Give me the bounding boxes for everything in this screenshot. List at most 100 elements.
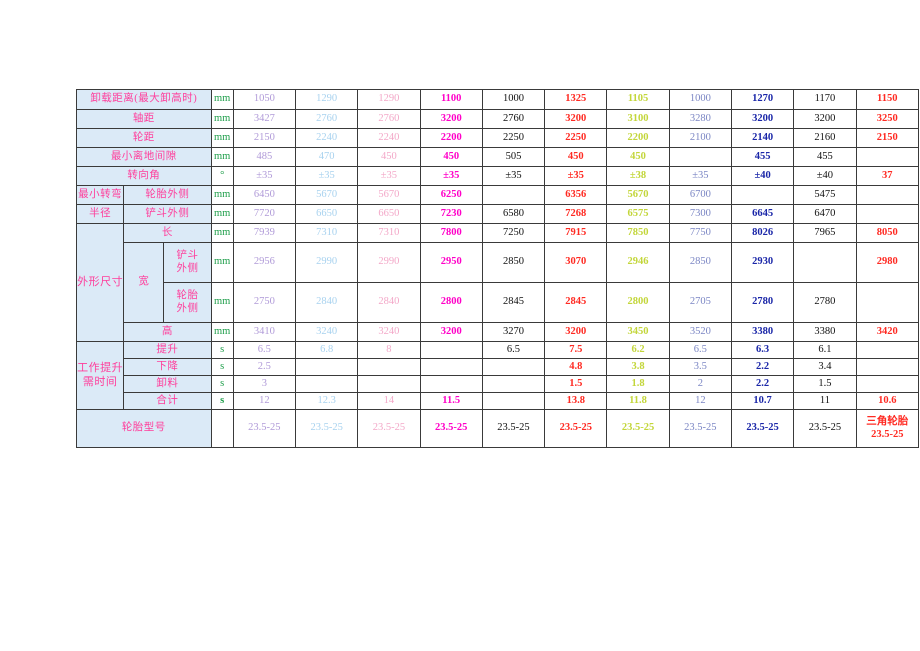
cell-value: 4.8: [544, 358, 608, 376]
cell-value: [481, 358, 546, 376]
row-label-dump: 卸料: [123, 375, 212, 393]
cell-value: [855, 185, 920, 205]
cell-value: 23.5-25: [419, 409, 483, 448]
cell-value: 2240: [294, 128, 359, 148]
cell-value: 11.8: [606, 392, 670, 410]
cell-value: 2250: [544, 128, 608, 148]
cell-value: [855, 204, 920, 224]
cell-value: 2150: [232, 128, 297, 148]
cell-value: 6645: [730, 204, 795, 224]
row-label-min-ground-clearance: 最小离地间隙: [76, 147, 212, 167]
cell-value: 7850: [606, 223, 670, 243]
label-line-1: 铲斗: [176, 250, 199, 262]
table-row: 外形尺寸 长 mm 7939 7310 7310 7800 7250 7915 …: [75, 223, 920, 342]
cell-value: 470: [294, 147, 359, 167]
spreadsheet-canvas: 卸载距离(最大卸高时) mm 1050 1290 1290 1100 1000 …: [0, 0, 920, 651]
cell-value: 3450: [606, 322, 670, 342]
row-label-unload-distance: 卸载距离(最大卸高时): [76, 89, 212, 110]
table-row: 半径 铲斗外侧 mm 7720 6650 6650 7230 6580 7268…: [75, 204, 920, 224]
cell-value: 2240: [357, 128, 421, 148]
row-label-work-lift-time: 工作提升 需时间: [75, 341, 125, 410]
cell-value: 455: [730, 147, 795, 167]
cell-value: 3: [232, 375, 297, 393]
row-label-track: 轮距: [76, 128, 212, 148]
cell-value: 6650: [294, 204, 359, 224]
row-label-width-bucket-outside: 铲斗 外侧: [163, 242, 212, 283]
value-line-2: 23.5-25: [871, 428, 904, 440]
unit-cell: s: [210, 358, 234, 376]
label-line-1: 轮胎: [176, 290, 199, 302]
cell-value: [668, 147, 732, 167]
cell-value: 7750: [668, 223, 732, 243]
cell-value: 455: [793, 147, 857, 167]
cell-value: 7915: [544, 223, 608, 243]
label-line-2: 需时间: [82, 375, 118, 388]
cell-value: ±35: [481, 166, 546, 186]
cell-value: 12: [232, 392, 297, 410]
cell-value: [419, 358, 483, 376]
cell-value: 3200: [793, 109, 857, 129]
cell-value: [294, 375, 359, 393]
cell-value: 3200: [419, 109, 483, 129]
row-label-min-turn-radius-line1: 最小转弯: [75, 185, 125, 205]
cell-value: 3427: [232, 109, 297, 129]
unit-cell: mm: [210, 242, 234, 283]
cell-value: 2845: [481, 282, 546, 323]
table-row: 下降 s 2.5 4.8 3.8 3.5 2.2 3.4: [77, 358, 920, 376]
cell-value: 7268: [544, 204, 608, 224]
cell-value: 2800: [606, 282, 670, 323]
cell-value: 1105: [606, 89, 670, 110]
cell-value: 6.5: [481, 341, 546, 359]
table-row: 最小离地间隙 mm 485 470 450 450 505 450 450 45…: [76, 147, 920, 167]
cell-value: 5670: [294, 185, 359, 205]
cell-value: 1290: [294, 89, 359, 110]
cell-value: 3200: [730, 109, 795, 129]
row-label-wheelbase: 轴距: [76, 109, 212, 129]
table-row: 轮胎 外侧 mm 2750 2840 2840 2800 2845 2845 28…: [77, 282, 920, 323]
cell-value: 7800: [419, 223, 483, 243]
label-line-1: 工作提升: [77, 361, 124, 374]
cell-value: [855, 282, 920, 323]
table-row: 轮距 mm 2150 2240 2240 2200 2250 2250 2200…: [76, 128, 920, 148]
cell-value: 2760: [294, 109, 359, 129]
cell-value: 1290: [357, 89, 421, 110]
cell-value: 1.5: [544, 375, 608, 393]
cell-value: [357, 358, 421, 376]
cell-value: 23.5-25: [544, 409, 608, 448]
unit-cell: mm: [210, 322, 234, 342]
cell-value: 7300: [668, 204, 732, 224]
cell-value: 3420: [855, 322, 920, 342]
cell-value: 2: [668, 375, 732, 393]
cell-value: 6700: [668, 185, 732, 205]
row-label-min-turn-radius-line2: 半径: [75, 204, 125, 224]
cell-value: 3200: [544, 322, 608, 342]
table-row: 高 mm 3410 3240 3240 3200 3270 3200 3450 …: [77, 322, 920, 342]
unit-cell: s: [210, 375, 234, 393]
table-row: 宽 铲斗 外侧 mm 2956 2990 2990 2950 2850 3070 …: [77, 242, 920, 323]
table-row: 轴距 mm 3427 2760 2760 3200 2760 3200 3100…: [76, 109, 920, 129]
cell-value: 2930: [730, 242, 795, 283]
cell-value: [855, 358, 920, 376]
cell-value: 2200: [419, 128, 483, 148]
cell-value: 13.8: [544, 392, 608, 410]
row-label-total: 合计: [123, 392, 212, 410]
cell-value: 2840: [357, 282, 421, 323]
cell-value: 8050: [855, 223, 920, 243]
cell-value: 1325: [544, 89, 608, 110]
cell-value: 2800: [419, 282, 483, 323]
cell-value: 1.8: [606, 375, 670, 393]
cell-value: 3270: [481, 322, 546, 342]
row-label-lift: 提升: [123, 341, 212, 359]
cell-value: 3200: [419, 322, 483, 342]
cell-value: 3070: [544, 242, 608, 283]
cell-value: 7939: [232, 223, 297, 243]
cell-value: 3410: [232, 322, 297, 342]
cell-value: 3520: [668, 322, 732, 342]
cell-value: 2950: [419, 242, 483, 283]
cell-value: [419, 341, 483, 359]
cell-value: 3.8: [606, 358, 670, 376]
cell-value: 3380: [730, 322, 795, 342]
cell-value: 1170: [793, 89, 857, 110]
cell-value: 3250: [855, 109, 920, 129]
label-line-2: 外侧: [176, 262, 199, 274]
